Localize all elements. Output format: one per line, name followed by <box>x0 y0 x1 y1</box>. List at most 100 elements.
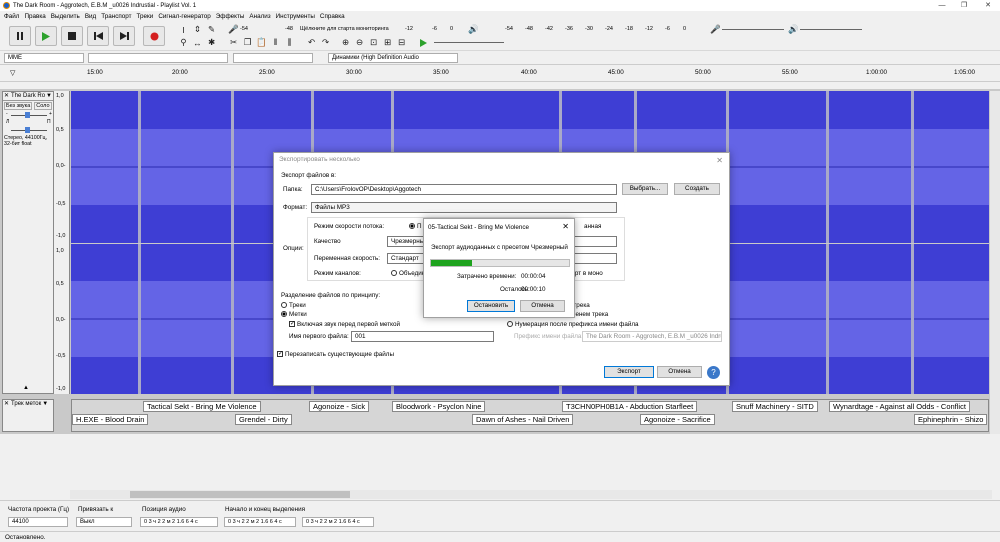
fit-selection-icon[interactable]: ⊡ <box>368 37 379 48</box>
menu-help[interactable]: Справка <box>320 13 345 20</box>
close-window-icon[interactable]: ✕ <box>976 0 1000 11</box>
format-select[interactable]: Файлы MP3 <box>311 202 617 213</box>
browse-button[interactable]: Выбрать... <box>622 183 668 195</box>
label-track-close-icon[interactable]: ✕ <box>4 400 9 408</box>
draw-tool-icon[interactable]: ✎ <box>206 24 217 35</box>
pause-button[interactable] <box>9 26 31 46</box>
menu-select[interactable]: Выделить <box>51 13 80 20</box>
menu-tracks[interactable]: Треки <box>137 13 154 20</box>
timeline-ruler[interactable]: 15:00 20:00 25:00 30:00 35:00 40:00 45:0… <box>0 65 1000 82</box>
progress-close-icon[interactable]: ✕ <box>562 222 569 231</box>
label-item[interactable]: Snuff Machinery - SITD <box>732 401 818 412</box>
menu-generate[interactable]: Сигнал-генератор <box>158 13 210 20</box>
snap-to-select[interactable]: Выкл <box>76 517 132 527</box>
trim-icon[interactable]: ⫴ <box>270 37 281 48</box>
redo-icon[interactable]: ↷ <box>320 37 331 48</box>
cut-icon[interactable]: ✂ <box>228 37 239 48</box>
undo-icon[interactable]: ↶ <box>306 37 317 48</box>
mic-volume-slider[interactable] <box>722 29 784 30</box>
help-icon[interactable]: ? <box>707 366 720 379</box>
gain-slider[interactable]: - + <box>3 111 53 119</box>
label-item[interactable]: Ephinephrin - Shizo <box>914 414 988 425</box>
cancel-export-button[interactable]: Отмена <box>520 300 565 312</box>
record-button[interactable] <box>143 26 165 46</box>
play-button[interactable] <box>35 26 57 46</box>
horizontal-scrollbar[interactable] <box>70 490 992 499</box>
fit-project-icon[interactable]: ⊞ <box>382 37 393 48</box>
audio-position-field[interactable]: 0 3 ч 2 2 м 2 1.6 6 4 с <box>140 517 218 527</box>
label-item[interactable]: Wynardtage - Against all Odds - Conflict <box>829 401 970 412</box>
menu-tools[interactable]: Инструменты <box>276 13 315 20</box>
solo-button[interactable]: Соло <box>34 102 52 110</box>
audio-host-select[interactable]: MME <box>4 53 84 63</box>
labels-radio[interactable]: Метки <box>281 311 307 318</box>
menu-edit[interactable]: Правка <box>24 13 45 20</box>
menu-transport[interactable]: Транспорт <box>101 13 131 20</box>
label-item[interactable]: Bloodwork - Psyclon Nine <box>392 401 486 412</box>
menu-view[interactable]: Вид <box>85 13 96 20</box>
label-item[interactable]: Grendel - Dirty <box>235 414 292 425</box>
track-close-icon[interactable]: ✕ <box>4 92 9 100</box>
multi-tool-icon[interactable]: ✱ <box>206 37 217 48</box>
tracks-radio[interactable]: Треки <box>281 302 306 309</box>
record-meter-hint[interactable]: Щёлкните для старта мониторинга <box>300 26 389 32</box>
recording-device-select[interactable] <box>88 53 228 63</box>
play-at-speed-icon[interactable] <box>418 37 429 48</box>
selection-end-field[interactable]: 0 3 ч 2 2 м 2 1.6 6 4 с <box>302 517 374 527</box>
first-file-name-input[interactable]: 001 <box>351 331 494 342</box>
playback-device-select[interactable]: Динамики (High Definition Audio <box>328 53 458 63</box>
label-item[interactable]: Dawn of Ashes - Nail Driven <box>472 414 574 425</box>
bitrate-preset-radio[interactable]: П <box>409 223 422 230</box>
envelope-tool-icon[interactable]: ⇕ <box>192 24 203 35</box>
joint-stereo-radio[interactable]: Объедин <box>391 270 425 277</box>
ruler-collapse-icon[interactable]: ▽ <box>10 69 15 77</box>
menu-effects[interactable]: Эффекты <box>216 13 245 20</box>
project-rate-select[interactable]: 44100 <box>8 517 68 527</box>
dialog-close-icon[interactable]: ✕ <box>716 156 723 165</box>
skip-end-button[interactable] <box>113 26 135 46</box>
silence-icon[interactable]: ⫼ <box>284 37 295 48</box>
track-collapse-icon[interactable]: ▲ <box>23 385 29 391</box>
label-item[interactable]: T3CHN0PH0B1A - Abduction Starfleet <box>562 401 698 412</box>
include-before-first-checkbox[interactable]: ✓ Включая звук перед первой меткой <box>289 321 400 328</box>
export-button[interactable]: Экспорт <box>604 366 654 378</box>
zoom-tool-icon[interactable]: ⚲ <box>178 37 189 48</box>
label-item[interactable]: Tactical Sekt - Bring Me Violence <box>143 401 261 412</box>
zoom-toggle-icon[interactable]: ⊟ <box>396 37 407 48</box>
maximize-icon[interactable]: ❐ <box>952 0 976 11</box>
selection-start-field[interactable]: 0 3 ч 2 2 м 2 1.6 6 4 с <box>224 517 296 527</box>
cancel-button[interactable]: Отмена <box>657 366 702 378</box>
pan-slider[interactable]: Л П <box>3 119 53 127</box>
copy-icon[interactable]: ❐ <box>242 37 253 48</box>
label-track-name-menu[interactable]: Трек меток <box>11 400 41 408</box>
label-item[interactable]: H.EXE - Blood Drain <box>72 414 149 425</box>
label-item[interactable]: Agonoize - Sick <box>309 401 370 412</box>
create-folder-button[interactable]: Создать <box>674 183 720 195</box>
track-menu-dropdown-icon[interactable]: ▼ <box>46 92 52 100</box>
zoom-in-icon[interactable]: ⊕ <box>340 37 351 48</box>
mute-button[interactable]: Без звука <box>4 102 33 110</box>
minimize-icon[interactable]: — <box>930 0 954 11</box>
label-track[interactable]: Tactical Sekt - Bring Me Violence Agonoi… <box>71 399 989 432</box>
folder-input[interactable]: C:\Users\FrolovOP\Desktop\Aggotech <box>311 184 617 195</box>
stop-export-button[interactable]: Остановить <box>467 300 515 312</box>
vertical-scrollbar[interactable] <box>990 91 1000 434</box>
recording-channels-select[interactable] <box>233 53 313 63</box>
timeshift-tool-icon[interactable]: ↔ <box>192 37 203 48</box>
skip-start-button[interactable] <box>87 26 109 46</box>
stop-button[interactable] <box>61 26 83 46</box>
track-name-menu[interactable]: The Dark Ro <box>11 92 45 100</box>
paste-icon[interactable]: 📋 <box>256 37 267 48</box>
numbering-prefix-radio[interactable]: Нумерация после префикса имени файла <box>507 321 639 328</box>
label-item[interactable]: Agonoize - Sacrifice <box>640 414 715 425</box>
first-file-name-label: Имя первого файла: <box>289 333 349 340</box>
menu-analyze[interactable]: Анализ <box>249 13 270 20</box>
play-speed-slider[interactable] <box>434 42 504 43</box>
overwrite-checkbox[interactable]: ✓ Перезаписать существующие файлы <box>277 351 394 358</box>
selection-tool-icon[interactable]: I <box>178 24 189 35</box>
zoom-out-icon[interactable]: ⊖ <box>354 37 365 48</box>
prefix-input[interactable]: The Dark Room - Aggrotech, E.B.M _u0026 … <box>582 331 722 342</box>
playback-volume-slider[interactable] <box>800 29 862 30</box>
label-track-dropdown-icon[interactable]: ▼ <box>42 400 48 408</box>
menu-file[interactable]: Файл <box>4 13 19 20</box>
